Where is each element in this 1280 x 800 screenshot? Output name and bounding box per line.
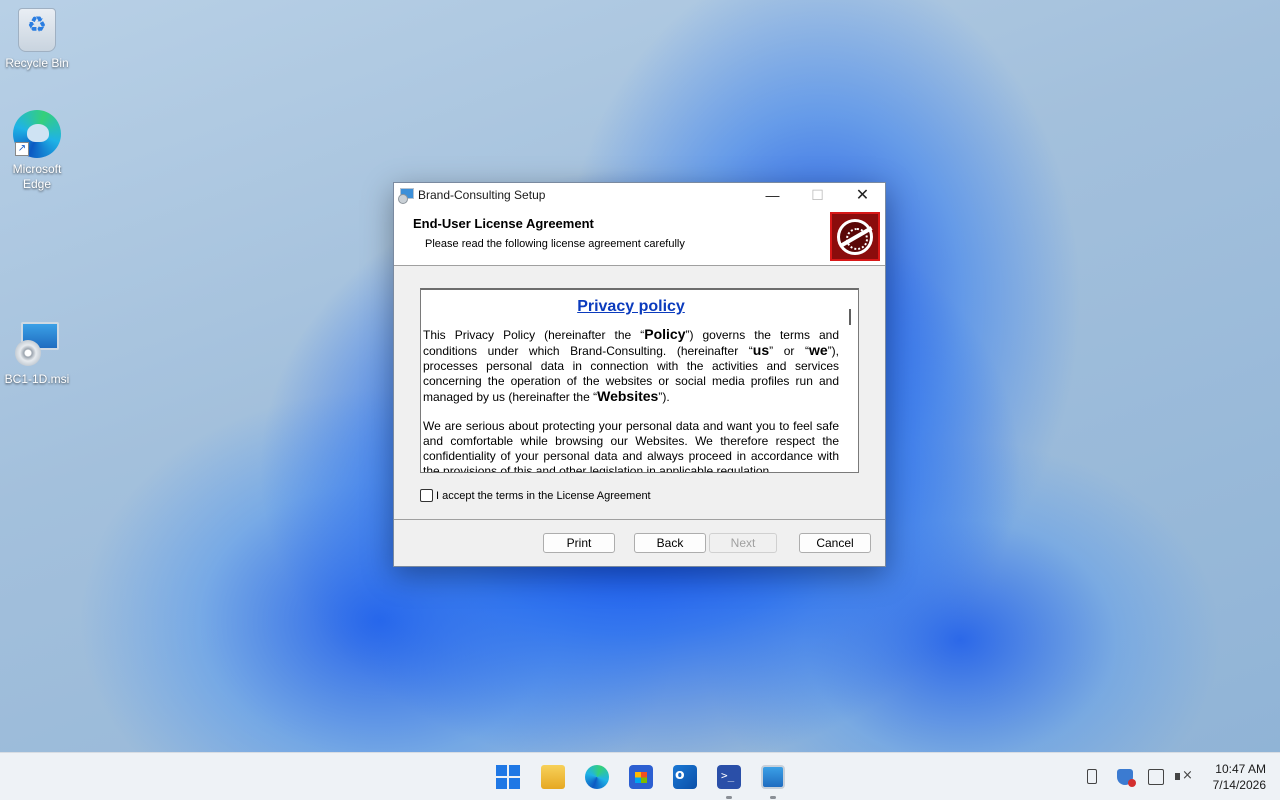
title-bar[interactable]: Brand-Consulting Setup — ☐ ✕ <box>394 183 885 207</box>
cancel-button[interactable]: Cancel <box>799 533 871 553</box>
close-button[interactable]: ✕ <box>840 183 885 207</box>
desktop-icon-recycle-bin[interactable]: Recycle Bin <box>2 8 72 71</box>
license-paragraph-2: We are serious about protecting your per… <box>423 419 839 473</box>
brand-logo-icon <box>830 212 880 261</box>
clock-time: 10:47 AM <box>1215 762 1266 776</box>
security-shield-icon[interactable] <box>1117 769 1136 787</box>
recycle-bin-icon <box>18 8 56 52</box>
desktop-icon-msi[interactable]: BC1-1D.msi <box>2 320 72 387</box>
desktop-icon-label: BC1-1D.msi <box>4 372 70 386</box>
policy-heading: Privacy policy <box>577 298 685 315</box>
file-explorer-icon[interactable] <box>541 765 565 789</box>
setup-app-icon <box>398 188 414 204</box>
outlook-icon[interactable] <box>673 765 697 789</box>
accept-label[interactable]: I accept the terms in the License Agreem… <box>436 490 651 502</box>
edge-icon[interactable] <box>585 765 609 789</box>
back-button[interactable]: Back <box>634 533 706 553</box>
print-button[interactable]: Print <box>543 533 615 553</box>
scrollbar-thumb[interactable] <box>849 309 851 325</box>
accept-checkbox[interactable] <box>420 489 433 502</box>
start-icon[interactable] <box>496 765 520 789</box>
volume-muted-icon[interactable] <box>1175 768 1193 785</box>
setup-window: Brand-Consulting Setup — ☐ ✕ End-User Li… <box>393 182 886 567</box>
minimize-button[interactable]: — <box>750 183 795 207</box>
powershell-icon[interactable] <box>717 765 741 789</box>
desktop-icon-edge[interactable]: ↗ Microsoft Edge <box>2 110 72 192</box>
setup-icon[interactable] <box>761 765 785 789</box>
accept-terms-row[interactable]: I accept the terms in the License Agreem… <box>420 489 651 502</box>
license-text-box[interactable]: Privacy policy This Privacy Policy (here… <box>420 288 859 473</box>
desktop-icon-label: Microsoft Edge <box>12 162 62 191</box>
running-indicator <box>726 796 732 799</box>
desktop-icon-label: Recycle Bin <box>5 56 69 70</box>
header-subtitle: Please read the following license agreem… <box>425 238 685 250</box>
next-button: Next <box>709 533 777 553</box>
dialog-header: End-User License Agreement Please read t… <box>394 207 885 266</box>
footer-divider <box>394 519 885 520</box>
window-title: Brand-Consulting Setup <box>418 188 546 202</box>
installer-icon <box>15 320 59 368</box>
usb-icon[interactable] <box>1087 769 1097 784</box>
header-title: End-User License Agreement <box>413 216 594 231</box>
clock-date: 7/14/2026 <box>1212 778 1266 792</box>
edge-icon: ↗ <box>13 110 61 158</box>
running-indicator <box>770 796 776 799</box>
shortcut-arrow-icon: ↗ <box>15 142 29 156</box>
network-icon[interactable] <box>1148 769 1164 785</box>
license-paragraph-1: This Privacy Policy (hereinafter the “Po… <box>423 326 839 405</box>
store-icon[interactable] <box>629 765 653 789</box>
maximize-button: ☐ <box>811 186 824 203</box>
taskbar: 10:47 AM 7/14/2026 <box>0 752 1280 800</box>
clock[interactable]: 10:47 AM 7/14/2026 <box>1196 761 1266 793</box>
